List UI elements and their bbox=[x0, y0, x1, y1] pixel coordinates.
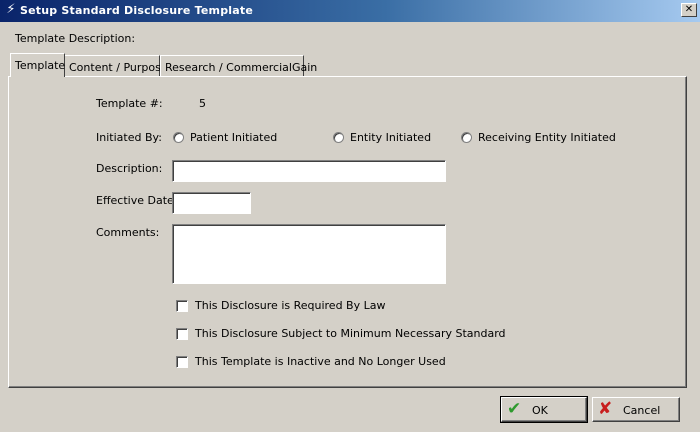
description-label: Description: bbox=[96, 162, 163, 175]
effective-date-input[interactable] bbox=[172, 192, 251, 214]
ok-button[interactable]: ✔ OK bbox=[500, 396, 588, 423]
tab-research-commercial-gain-label: Research / CommercialGain bbox=[165, 61, 318, 74]
description-input[interactable] bbox=[172, 160, 446, 182]
tab-content-purpose-label: Content / Purpose bbox=[69, 61, 168, 74]
radio-entity-initiated[interactable] bbox=[333, 132, 344, 143]
app-icon[interactable]: ⚡ bbox=[4, 3, 18, 17]
tab-content-purpose[interactable]: Content / Purpose bbox=[64, 55, 168, 76]
title-bar[interactable]: ⚡ Setup Standard Disclosure Template ✕ bbox=[0, 0, 700, 22]
tab-template-label: Template bbox=[15, 59, 66, 72]
window-title: Setup Standard Disclosure Template bbox=[20, 4, 253, 17]
effective-date-label: Effective Date: bbox=[96, 194, 178, 207]
radio-patient-initiated[interactable] bbox=[173, 132, 184, 143]
radio-patient-initiated-label[interactable]: Patient Initiated bbox=[190, 131, 277, 144]
radio-receiving-entity-initiated-label[interactable]: Receiving Entity Initiated bbox=[478, 131, 616, 144]
checkbox-inactive-template-label[interactable]: This Template is Inactive and No Longer … bbox=[195, 355, 446, 368]
template-number-label: Template #: bbox=[96, 97, 163, 110]
initiated-by-label: Initiated By: bbox=[96, 131, 162, 144]
checkmark-icon: ✔ bbox=[507, 399, 522, 419]
tab-research-commercial-gain[interactable]: Research / CommercialGain bbox=[160, 55, 317, 76]
checkbox-required-by-law[interactable] bbox=[176, 300, 188, 312]
comments-label: Comments: bbox=[96, 226, 160, 239]
ok-button-label: OK bbox=[532, 404, 548, 417]
cancel-button[interactable]: ✘ Cancel bbox=[592, 397, 680, 422]
checkbox-inactive-template[interactable] bbox=[176, 356, 188, 368]
checkbox-required-by-law-label[interactable]: This Disclosure is Required By Law bbox=[195, 299, 385, 312]
comments-textarea[interactable] bbox=[172, 224, 446, 284]
radio-entity-initiated-label[interactable]: Entity Initiated bbox=[350, 131, 431, 144]
tab-template[interactable]: Template bbox=[10, 53, 65, 77]
checkbox-minimum-necessary-label[interactable]: This Disclosure Subject to Minimum Neces… bbox=[195, 327, 506, 340]
checkbox-minimum-necessary[interactable] bbox=[176, 328, 188, 340]
template-description-label: Template Description: bbox=[15, 32, 136, 45]
radio-receiving-entity-initiated[interactable] bbox=[461, 132, 472, 143]
template-number-value: 5 bbox=[199, 97, 206, 110]
x-icon: ✘ bbox=[598, 399, 613, 419]
close-button[interactable]: ✕ bbox=[681, 3, 697, 17]
cancel-button-label: Cancel bbox=[623, 404, 661, 417]
